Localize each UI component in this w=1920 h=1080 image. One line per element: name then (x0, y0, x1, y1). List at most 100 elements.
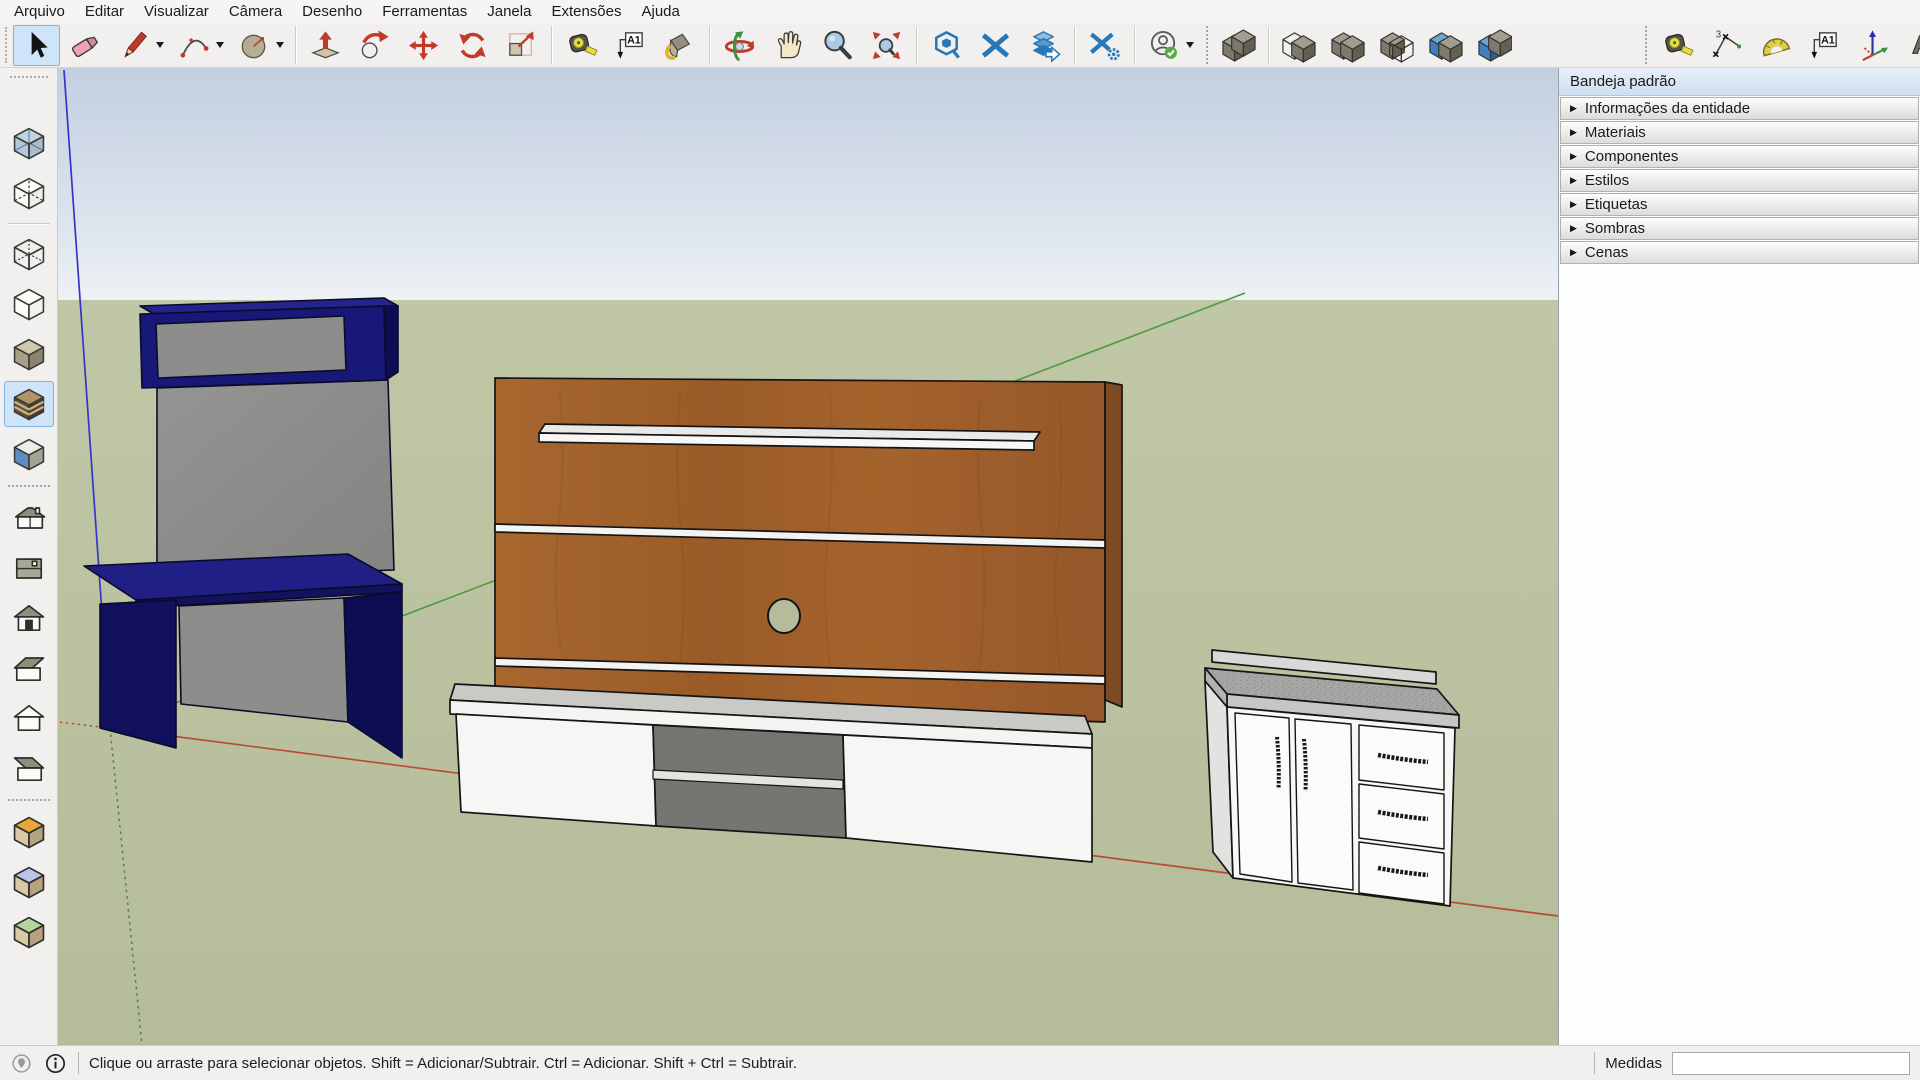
model-viewport[interactable] (58, 68, 1558, 1045)
shapes-circle-button[interactable] (231, 25, 289, 66)
solid-union-icon (1330, 28, 1365, 63)
measures-label: Medidas (1605, 1055, 1662, 1072)
menu-editar[interactable]: Editar (75, 0, 134, 23)
view-front-icon (9, 598, 49, 638)
solid-outer-shell-button[interactable] (1215, 25, 1262, 66)
section-display-planes-button[interactable] (4, 859, 54, 905)
tray-section-cenas[interactable]: ▶Cenas (1560, 241, 1919, 264)
viewport-canvas[interactable] (58, 68, 1558, 1045)
arc-button[interactable] (171, 25, 229, 66)
style-wireframe-icon (9, 234, 49, 274)
menu-ferramentas[interactable]: Ferramentas (372, 0, 477, 23)
sketchup-window: ArquivoEditarVisualizarCâmeraDesenhoFerr… (0, 0, 1920, 1080)
styles-views-toolbar (0, 68, 58, 1045)
text-annotation-icon: A1 (613, 28, 648, 63)
eraser-button[interactable] (62, 25, 109, 66)
share-model-button[interactable] (1021, 25, 1068, 66)
arc-icon (177, 28, 212, 63)
menu-ajuda[interactable]: Ajuda (632, 0, 690, 23)
section-display-cuts-button[interactable] (4, 909, 54, 955)
style-back-edges-button[interactable] (4, 170, 54, 216)
tray-section-label: Etiquetas (1585, 196, 1648, 213)
geolocation-icon[interactable] (9, 1051, 34, 1076)
push-pull-button[interactable] (302, 25, 349, 66)
solid-subtract-button[interactable] (1373, 25, 1420, 66)
style-xray-button[interactable] (4, 120, 54, 166)
tv-wall-panel[interactable] (495, 378, 1122, 722)
paint-bucket-icon (662, 28, 697, 63)
menu-camera[interactable]: Câmera (219, 0, 292, 23)
left-toolbar-grip (10, 76, 48, 80)
style-wireframe-button[interactable] (4, 231, 54, 277)
solid-union-button[interactable] (1324, 25, 1371, 66)
view-iso-button[interactable] (4, 495, 54, 541)
extension-warehouse-button[interactable] (972, 25, 1019, 66)
orbit-button[interactable] (716, 25, 763, 66)
view-left-button[interactable] (4, 745, 54, 791)
style-hidden-line-button[interactable] (4, 281, 54, 327)
move-button[interactable] (400, 25, 447, 66)
tray-section-etiquetas[interactable]: ▶Etiquetas (1560, 193, 1919, 216)
view-top-button[interactable] (4, 545, 54, 591)
view-top-icon (9, 548, 49, 588)
solid-intersect-button[interactable] (1275, 25, 1322, 66)
view-right-button[interactable] (4, 645, 54, 691)
info-icon[interactable] (43, 1051, 68, 1076)
follow-me-icon (357, 28, 392, 63)
tray-section-componentes[interactable]: ▶Componentes (1560, 145, 1919, 168)
text-construction-button[interactable]: A1 (1801, 25, 1848, 66)
menu-desenho[interactable]: Desenho (292, 0, 372, 23)
tray-section-materiais[interactable]: ▶Materiais (1560, 121, 1919, 144)
menu-extensoes[interactable]: Extensões (541, 0, 631, 23)
style-shaded-button[interactable] (4, 331, 54, 377)
orbit-icon (722, 28, 757, 63)
tray-section-sombras[interactable]: ▶Sombras (1560, 217, 1919, 240)
axes-button[interactable] (1850, 25, 1897, 66)
menu-visualizar[interactable]: Visualizar (134, 0, 219, 23)
scale-button[interactable] (498, 25, 545, 66)
pencil-line-button[interactable] (111, 25, 169, 66)
disclosure-triangle-icon: ▶ (1570, 176, 1577, 185)
style-shaded-icon (9, 334, 49, 374)
kitchen-cabinet[interactable] (1205, 650, 1459, 906)
style-monochrome-button[interactable] (4, 431, 54, 477)
tray-section-informacoes-da-entidade[interactable]: ▶Informações da entidade (1560, 97, 1919, 120)
solid-intersect-icon (1281, 28, 1316, 63)
menu-arquivo[interactable]: Arquivo (4, 0, 75, 23)
text-annotation-button[interactable]: A1 (607, 25, 654, 66)
follow-me-button[interactable] (351, 25, 398, 66)
select-button[interactable] (13, 25, 60, 66)
pan-hand-button[interactable] (765, 25, 812, 66)
rotate-button[interactable] (449, 25, 496, 66)
solid-split-button[interactable] (1471, 25, 1518, 66)
solid-split-icon (1477, 28, 1512, 63)
protractor-button[interactable] (1752, 25, 1799, 66)
chevron-down-icon (276, 42, 284, 48)
toolbar-separator (1206, 26, 1208, 64)
zoom-extents-button[interactable] (863, 25, 910, 66)
tape-measure-construction-button[interactable] (1654, 25, 1701, 66)
account-button[interactable] (1141, 25, 1199, 66)
solid-trim-button[interactable] (1422, 25, 1469, 66)
left-toolbar-separator (8, 223, 50, 224)
main-toolbar: A1 3 A1 (0, 23, 1920, 68)
dimension-button[interactable]: 3 (1703, 25, 1750, 66)
tray-section-label: Cenas (1585, 244, 1628, 261)
solid-outer-shell-icon (1221, 28, 1256, 63)
text-3d-button[interactable] (1899, 25, 1920, 66)
zoom-button[interactable] (814, 25, 861, 66)
measures-input[interactable] (1672, 1052, 1910, 1075)
view-left-icon (9, 748, 49, 788)
section-plane-button[interactable] (4, 809, 54, 855)
warehouse-3d-button[interactable] (923, 25, 970, 66)
shapes-circle-icon (237, 28, 272, 63)
solid-subtract-icon (1379, 28, 1414, 63)
view-back-button[interactable] (4, 695, 54, 741)
tray-section-estilos[interactable]: ▶Estilos (1560, 169, 1919, 192)
menu-janela[interactable]: Janela (477, 0, 541, 23)
paint-bucket-button[interactable] (656, 25, 703, 66)
tape-measure-button[interactable] (558, 25, 605, 66)
view-front-button[interactable] (4, 595, 54, 641)
style-shaded-textures-button[interactable] (4, 381, 54, 427)
extension-manager-button[interactable] (1081, 25, 1128, 66)
